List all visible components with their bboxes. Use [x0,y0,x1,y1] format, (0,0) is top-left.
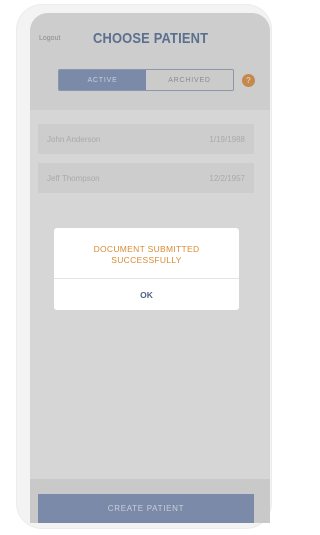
dialog-message-line2: SUCCESSFULLY [111,255,182,265]
app-screen: Logout CHOOSE PATIENT ACTIVE ARCHIVED ? … [30,13,270,523]
patient-row[interactable]: Jeff Thompson 12/2/1957 [38,163,254,193]
help-icon[interactable]: ? [242,74,255,87]
patient-dob: 12/2/1957 [209,173,245,183]
tab-active[interactable]: ACTIVE [59,70,146,90]
header: Logout CHOOSE PATIENT ACTIVE ARCHIVED ? [30,13,270,110]
dialog-message-line1: DOCUMENT SUBMITTED [93,244,200,254]
ok-button[interactable]: OK [54,279,239,310]
success-dialog: DOCUMENT SUBMITTED SUCCESSFULLY OK [54,228,239,310]
patient-row[interactable]: John Anderson 1/19/1988 [38,124,254,154]
page-title: CHOOSE PATIENT [93,30,209,47]
create-patient-button[interactable]: CREATE PATIENT [38,494,254,523]
logout-link[interactable]: Logout [39,35,60,42]
status-segmented-control: ACTIVE ARCHIVED [58,69,234,91]
patient-name: John Anderson [47,134,101,144]
dialog-message: DOCUMENT SUBMITTED SUCCESSFULLY [54,244,239,266]
patient-dob: 1/19/1988 [209,134,245,144]
tab-archived[interactable]: ARCHIVED [146,70,233,90]
patient-name: Jeff Thompson [47,173,100,183]
